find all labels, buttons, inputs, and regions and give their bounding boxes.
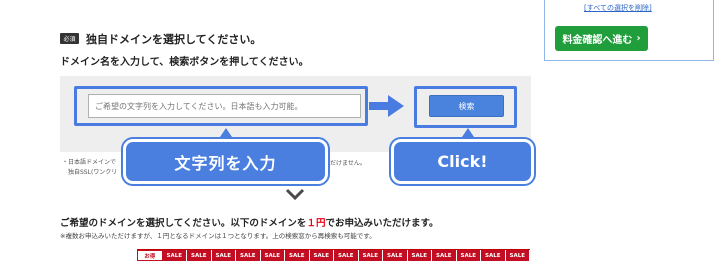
sale-badge: SALE xyxy=(407,250,432,261)
sale-badge: SALE xyxy=(260,250,285,261)
sale-badge: SALE xyxy=(481,250,506,261)
callout-enter-text: 文字列を入力 xyxy=(123,139,328,184)
sale-badge: SALE xyxy=(187,250,212,261)
chevron-right-icon: › xyxy=(636,33,641,44)
price-highlight: １円 xyxy=(306,218,326,229)
search-button[interactable]: 検索 xyxy=(429,95,504,117)
sale-badge: SALE xyxy=(309,250,334,261)
confirm-button-label: 料金確認へ進む xyxy=(562,35,633,46)
domain-table-header: お得 SALE SALE SALE SALE SALE SALE SALE SA… xyxy=(137,249,530,261)
note-line-2: 独自SSL(ワンクリ xyxy=(68,169,118,176)
sale-badge: SALE xyxy=(456,250,481,261)
sale-badge: SALE xyxy=(505,250,530,261)
table-header-cell: お得 xyxy=(137,250,163,261)
callout-click: Click! xyxy=(391,139,534,184)
confirm-price-button[interactable]: 料金確認へ進む › xyxy=(555,26,648,51)
note-line-1-tail: だけません。 xyxy=(330,160,366,167)
arrow-head-icon xyxy=(388,95,404,117)
domain-search-input[interactable] xyxy=(88,94,361,118)
chevron-down-icon xyxy=(285,188,305,201)
sale-badge: SALE xyxy=(285,250,310,261)
results-note: ※複数お申込みいただけますが、１円となるドメインは１つとなります。上の検索窓から… xyxy=(60,232,376,240)
clear-selection-link[interactable]: [すべての選択を削除] xyxy=(584,3,652,13)
sale-badge: SALE xyxy=(358,250,383,261)
sale-badge: SALE xyxy=(334,250,359,261)
section-title: 独自ドメインを選択してください。 xyxy=(86,33,262,46)
results-heading-text-end: でお申込みいただけます。 xyxy=(325,218,439,229)
sale-badge: SALE xyxy=(383,250,408,261)
note-line-1: ・日本語ドメインで xyxy=(62,159,117,166)
required-badge: 必須 xyxy=(60,33,79,44)
sale-badge: SALE xyxy=(236,250,261,261)
sale-badge: SALE xyxy=(211,250,236,261)
results-heading: ご希望のドメインを選択してください。以下のドメインを１円でお申込みいただけます。 xyxy=(60,215,439,229)
sale-badge: SALE xyxy=(162,250,187,261)
sale-badge: SALE xyxy=(432,250,457,261)
results-heading-text: ご希望のドメインを選択してください。以下のドメインを xyxy=(60,218,307,229)
section-instruction: ドメイン名を入力して、検索ボタンを押してください。 xyxy=(60,57,309,68)
